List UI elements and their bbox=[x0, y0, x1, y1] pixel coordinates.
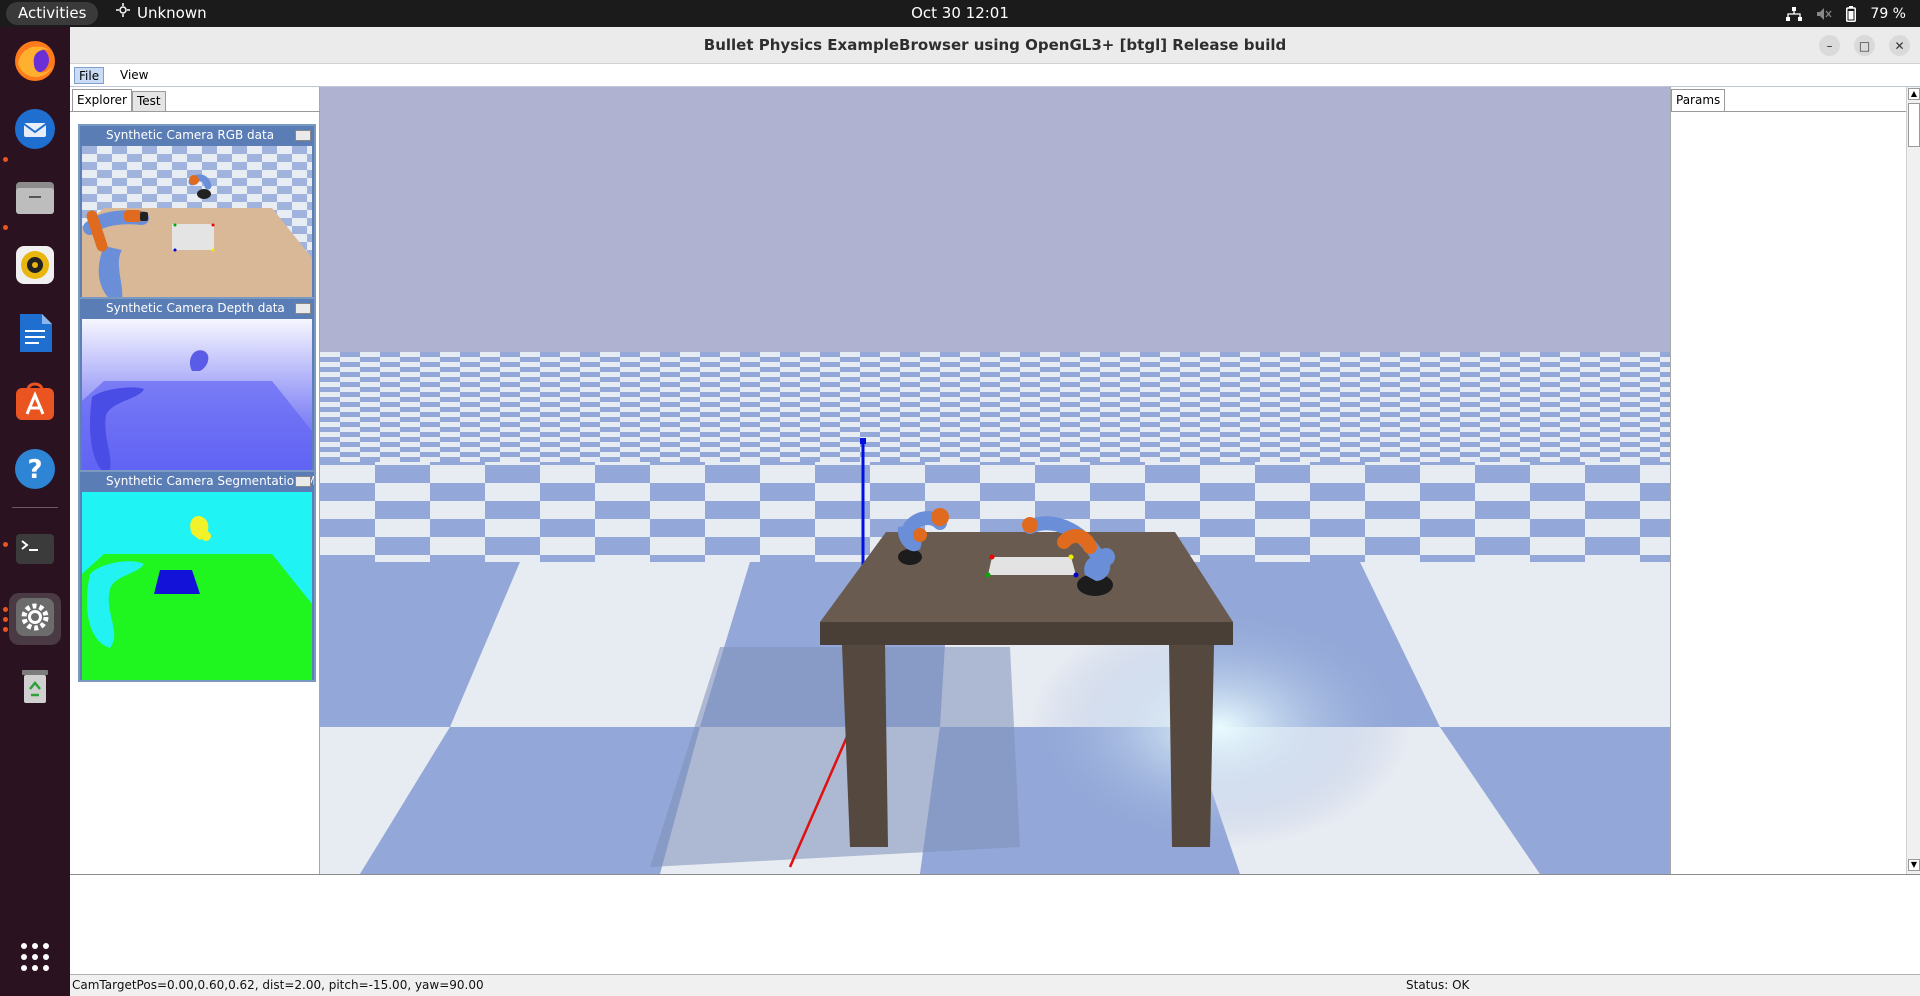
app-window: Bullet Physics ExampleBrowser using Open… bbox=[70, 27, 1920, 996]
tab-params[interactable]: Params bbox=[1671, 89, 1726, 112]
app-name: Unknown bbox=[137, 4, 207, 22]
files-icon bbox=[12, 174, 58, 224]
dock-help[interactable]: ? bbox=[9, 445, 61, 497]
explorer-panel: Explorer Test Synthetic Camera RGB data bbox=[70, 87, 320, 874]
tab-test[interactable]: Test bbox=[131, 91, 166, 111]
window-title: Bullet Physics ExampleBrowser using Open… bbox=[703, 36, 1287, 54]
battery-percent: 79 % bbox=[1870, 5, 1906, 22]
dock-terminal[interactable] bbox=[9, 525, 61, 577]
app-indicator[interactable]: Unknown bbox=[115, 0, 207, 27]
minimize-icon: – bbox=[1826, 38, 1833, 53]
status-text: Status: OK bbox=[1406, 978, 1470, 992]
system-tray[interactable]: 79 % bbox=[1786, 0, 1906, 27]
show-apps-icon bbox=[19, 941, 51, 977]
maximize-button[interactable]: □ bbox=[1854, 35, 1875, 56]
dock-show-apps[interactable] bbox=[9, 933, 61, 985]
menu-file[interactable]: File bbox=[74, 67, 105, 84]
minimize-button[interactable]: – bbox=[1819, 35, 1840, 56]
title-bar[interactable]: Bullet Physics ExampleBrowser using Open… bbox=[70, 27, 1920, 64]
close-button[interactable]: ✕ bbox=[1889, 35, 1910, 56]
dock-trash[interactable] bbox=[9, 661, 61, 713]
scroll-thumb[interactable] bbox=[1908, 103, 1920, 147]
help-icon: ? bbox=[12, 446, 58, 496]
camera-segmentation-title: Synthetic Camera Segmentation Mask bbox=[80, 472, 314, 491]
network-icon bbox=[1786, 6, 1803, 21]
console-output[interactable] bbox=[70, 874, 1920, 974]
writer-icon bbox=[12, 310, 58, 360]
dock-rhythmbox[interactable] bbox=[9, 241, 61, 293]
svg-text:?: ? bbox=[27, 455, 42, 485]
scroll-down-button[interactable]: ▼ bbox=[1908, 859, 1920, 871]
battery-icon bbox=[1846, 5, 1857, 22]
status-bar: CamTargetPos=0.00,0.60,0.62, dist=2.00, … bbox=[70, 974, 1920, 996]
params-panel: Params bbox=[1670, 87, 1907, 874]
3d-viewport[interactable] bbox=[320, 87, 1670, 874]
camera-rgb-minimize-button[interactable] bbox=[295, 130, 311, 141]
thunderbird-icon bbox=[12, 106, 58, 156]
dock-thunderbird[interactable] bbox=[9, 105, 61, 157]
app-center-icon bbox=[12, 378, 58, 428]
params-scrollbar[interactable]: ▲ ▼ bbox=[1906, 87, 1920, 874]
camera-depth-minimize-button[interactable] bbox=[295, 303, 311, 314]
dock-firefox[interactable] bbox=[9, 37, 61, 89]
app-icon bbox=[115, 0, 131, 27]
camera-segmentation-window[interactable]: Synthetic Camera Segmentation Mask bbox=[78, 470, 316, 682]
terminal-icon bbox=[12, 526, 58, 576]
dock-files[interactable] bbox=[9, 173, 61, 225]
camera-segmentation-minimize-button[interactable] bbox=[295, 476, 311, 487]
dock-settings[interactable] bbox=[9, 593, 61, 645]
top-bar: Activities Unknown Oct 30 12:01 79 % bbox=[0, 0, 1920, 27]
clock[interactable]: Oct 30 12:01 bbox=[911, 4, 1009, 22]
settings-icon bbox=[12, 594, 58, 644]
tab-explorer[interactable]: Explorer bbox=[72, 89, 132, 111]
activities-button[interactable]: Activities bbox=[6, 2, 99, 25]
firefox-icon bbox=[12, 38, 58, 88]
dock-app-center[interactable] bbox=[9, 377, 61, 429]
scroll-up-button[interactable]: ▲ bbox=[1908, 88, 1920, 100]
volume-muted-icon bbox=[1816, 7, 1832, 21]
dock: ? bbox=[0, 27, 70, 996]
rhythmbox-icon bbox=[12, 242, 58, 292]
trash-icon bbox=[12, 662, 58, 712]
camera-segmentation-image bbox=[82, 492, 312, 680]
menu-view[interactable]: View bbox=[116, 67, 152, 84]
dock-writer[interactable] bbox=[9, 309, 61, 361]
menu-bar: File View bbox=[70, 64, 1920, 87]
camera-status: CamTargetPos=0.00,0.60,0.62, dist=2.00, … bbox=[72, 978, 484, 992]
close-icon: ✕ bbox=[1894, 38, 1905, 53]
maximize-icon: □ bbox=[1858, 38, 1871, 53]
camera-depth-title: Synthetic Camera Depth data bbox=[80, 299, 314, 318]
camera-rgb-title: Synthetic Camera RGB data bbox=[80, 126, 314, 145]
